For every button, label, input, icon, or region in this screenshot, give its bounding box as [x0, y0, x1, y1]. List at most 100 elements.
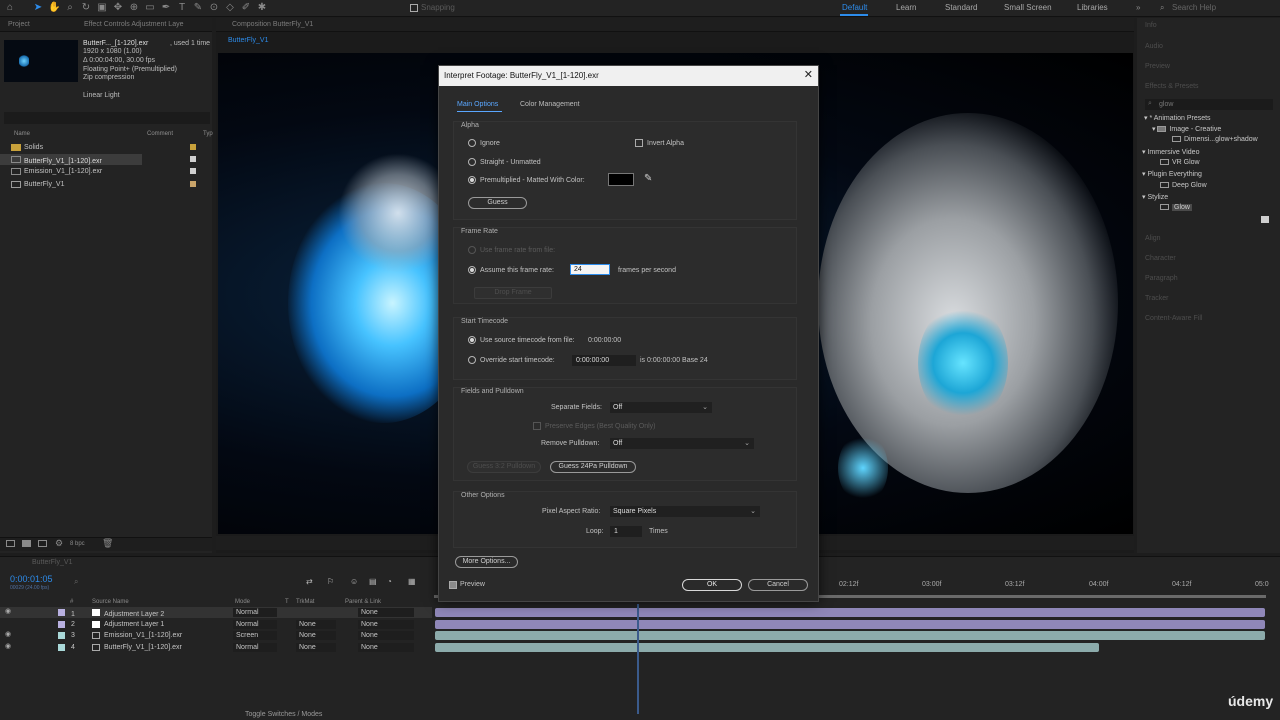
matte-color-swatch[interactable]: [608, 173, 634, 186]
visibility-eye-icon[interactable]: ◉: [5, 643, 12, 650]
layer-row-1[interactable]: ◉ 1 Adjustment Layer 2 Normal None: [0, 607, 432, 618]
settings-icon[interactable]: ⚙: [55, 538, 63, 549]
layer-bar-1[interactable]: [435, 608, 1265, 617]
new-bin-icon[interactable]: [1261, 216, 1269, 223]
layer-label-color[interactable]: [58, 644, 65, 651]
graph-editor-icon[interactable]: ▦: [408, 577, 416, 586]
current-timecode[interactable]: 0:00:01:05: [10, 574, 53, 584]
new-comp-icon[interactable]: [38, 540, 47, 547]
separate-fields-select[interactable]: Off ⌄: [610, 402, 712, 413]
layer-bar-3[interactable]: [435, 631, 1265, 640]
pixel-aspect-select[interactable]: Square Pixels ⌄: [610, 506, 760, 517]
frame-rate-input[interactable]: 24: [570, 264, 610, 275]
loop-input[interactable]: 1: [610, 526, 642, 537]
motion-blur-icon[interactable]: ◔: [387, 577, 392, 586]
snapping-checkbox[interactable]: [410, 4, 418, 12]
guess-alpha-button[interactable]: Guess: [468, 197, 527, 209]
panel-info[interactable]: Info: [1145, 22, 1157, 29]
project-item-solids[interactable]: Solids: [0, 142, 200, 153]
layer-row-3[interactable]: ◉ 3 Emission_V1_[1-120].exr Screen None …: [0, 630, 432, 641]
eyedropper-icon[interactable]: ✎: [644, 173, 652, 184]
comp-flowchart-icon[interactable]: ⇄: [306, 577, 313, 586]
column-mode[interactable]: Mode: [235, 599, 250, 605]
search-help-input[interactable]: Search Help: [1172, 3, 1216, 12]
puppet-tool-icon[interactable]: ✱: [256, 2, 268, 14]
workspace-libraries[interactable]: Libraries: [1077, 3, 1108, 12]
playhead[interactable]: [637, 604, 639, 714]
tab-project[interactable]: Project: [8, 21, 30, 28]
column-source-name[interactable]: Source Name: [92, 599, 129, 605]
tree-dimensi-glow-shadow[interactable]: Dimensi...glow+shadow: [1172, 136, 1258, 143]
tree-deep-glow[interactable]: Deep Glow: [1160, 182, 1207, 189]
ok-button[interactable]: OK: [682, 579, 742, 591]
guess-24pa-pulldown-button[interactable]: Guess 24Pa Pulldown: [550, 461, 636, 473]
override-timecode-radio[interactable]: [468, 356, 476, 364]
layer-parent-select[interactable]: None: [358, 643, 414, 652]
cancel-button[interactable]: Cancel: [748, 579, 808, 591]
column-comment[interactable]: Comment: [147, 131, 173, 137]
frame-blending-icon[interactable]: ▤: [369, 577, 377, 586]
workspace-standard[interactable]: Standard: [945, 3, 977, 12]
pan-behind-tool-icon[interactable]: ✥: [112, 2, 124, 14]
toggle-switches-modes[interactable]: Toggle Switches / Modes: [245, 711, 322, 718]
tab-effect-controls[interactable]: Effect Controls Adjustment Laye: [84, 21, 183, 28]
layer-parent-select[interactable]: None: [358, 608, 414, 617]
panel-align[interactable]: Align: [1145, 235, 1161, 242]
layer-trkmat-select[interactable]: None: [296, 620, 336, 629]
panel-content-aware-fill[interactable]: Content-Aware Fill: [1145, 315, 1202, 322]
column-parent-link[interactable]: Parent & Link: [345, 599, 381, 605]
search-help-icon[interactable]: ⌕: [1160, 3, 1164, 13]
tree-image-creative[interactable]: ▾ Image - Creative: [1152, 125, 1221, 133]
workspace-small-screen[interactable]: Small Screen: [1004, 3, 1052, 12]
workspace-default[interactable]: Default: [842, 3, 867, 12]
override-timecode-input[interactable]: 0:00:00:00: [572, 355, 636, 366]
tree-immersive-video[interactable]: ▾ Immersive Video: [1142, 148, 1199, 156]
layer-mode-select[interactable]: Screen: [233, 631, 277, 640]
layer-trkmat-select[interactable]: None: [296, 643, 336, 652]
panel-paragraph[interactable]: Paragraph: [1145, 275, 1178, 282]
layer-row-4[interactable]: ◉ 4 ButterFly_V1_[1-120].exr Normal None…: [0, 642, 432, 653]
layer-mode-select[interactable]: Normal: [233, 608, 277, 617]
layer-parent-select[interactable]: None: [358, 631, 414, 640]
tab-color-management[interactable]: Color Management: [520, 101, 580, 108]
visibility-eye-icon[interactable]: ◉: [5, 631, 12, 638]
alpha-ignore-radio[interactable]: [468, 139, 476, 147]
use-file-frame-rate-radio[interactable]: [468, 246, 476, 254]
tree-glow[interactable]: Glow: [1160, 204, 1192, 211]
layer-bar-2[interactable]: [435, 620, 1265, 629]
column-type[interactable]: Typ: [203, 131, 213, 137]
more-options-button[interactable]: More Options...: [455, 556, 518, 568]
tab-composition[interactable]: Composition ButterFly_V1: [232, 21, 313, 28]
home-icon[interactable]: ⌂: [4, 2, 16, 14]
comp-breadcrumb[interactable]: ButterFly_V1: [228, 37, 268, 44]
project-item-butterfly-exr[interactable]: ButterFly_V1_[1-120].exr: [0, 154, 142, 165]
panel-preview[interactable]: Preview: [1145, 63, 1170, 70]
eraser-tool-icon[interactable]: ◇: [224, 2, 236, 14]
layer-mode-select[interactable]: Normal: [233, 620, 277, 629]
shy-layers-icon[interactable]: ☺: [350, 577, 358, 586]
guess-32-pulldown-button[interactable]: Guess 3:2 Pulldown: [467, 461, 541, 473]
panel-audio[interactable]: Audio: [1145, 43, 1163, 50]
bit-depth-label[interactable]: 8 bpc: [70, 541, 85, 547]
preserve-edges-checkbox[interactable]: [533, 422, 541, 430]
project-item-emission-exr[interactable]: Emission_V1_[1-120].exr: [0, 166, 200, 177]
selection-tool-icon[interactable]: ➤: [32, 2, 44, 14]
assume-frame-rate-radio[interactable]: [468, 266, 476, 274]
layer-label-color[interactable]: [58, 632, 65, 639]
alpha-premultiplied-radio[interactable]: [468, 176, 476, 184]
remove-pulldown-select[interactable]: Off ⌄: [610, 438, 754, 449]
tree-plugin-everything[interactable]: ▾ Plugin Everything: [1142, 170, 1202, 178]
layer-row-2[interactable]: 2 Adjustment Layer 1 Normal None None: [0, 619, 432, 630]
workspace-overflow-icon[interactable]: »: [1136, 3, 1140, 12]
new-folder-icon[interactable]: [22, 540, 31, 547]
use-source-timecode-radio[interactable]: [468, 336, 476, 344]
project-search-input[interactable]: [4, 112, 210, 124]
alpha-straight-radio[interactable]: [468, 158, 476, 166]
panel-tracker[interactable]: Tracker: [1145, 295, 1168, 302]
invert-alpha-checkbox[interactable]: [635, 139, 643, 147]
effects-search-input[interactable]: ⌕ glow: [1145, 99, 1273, 110]
brush-tool-icon[interactable]: ✎: [192, 2, 204, 14]
anchor-tool-icon[interactable]: ⊕: [128, 2, 140, 14]
layer-bar-4[interactable]: [435, 643, 1099, 652]
column-name[interactable]: Name: [14, 131, 30, 137]
